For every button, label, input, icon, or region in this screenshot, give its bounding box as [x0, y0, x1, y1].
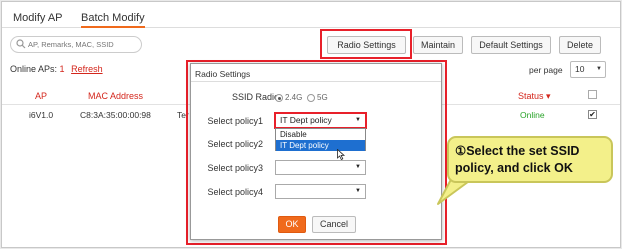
instruction-callout: ①Select the set SSID policy, and click O… [447, 136, 613, 183]
callout-pointer [437, 169, 477, 205]
